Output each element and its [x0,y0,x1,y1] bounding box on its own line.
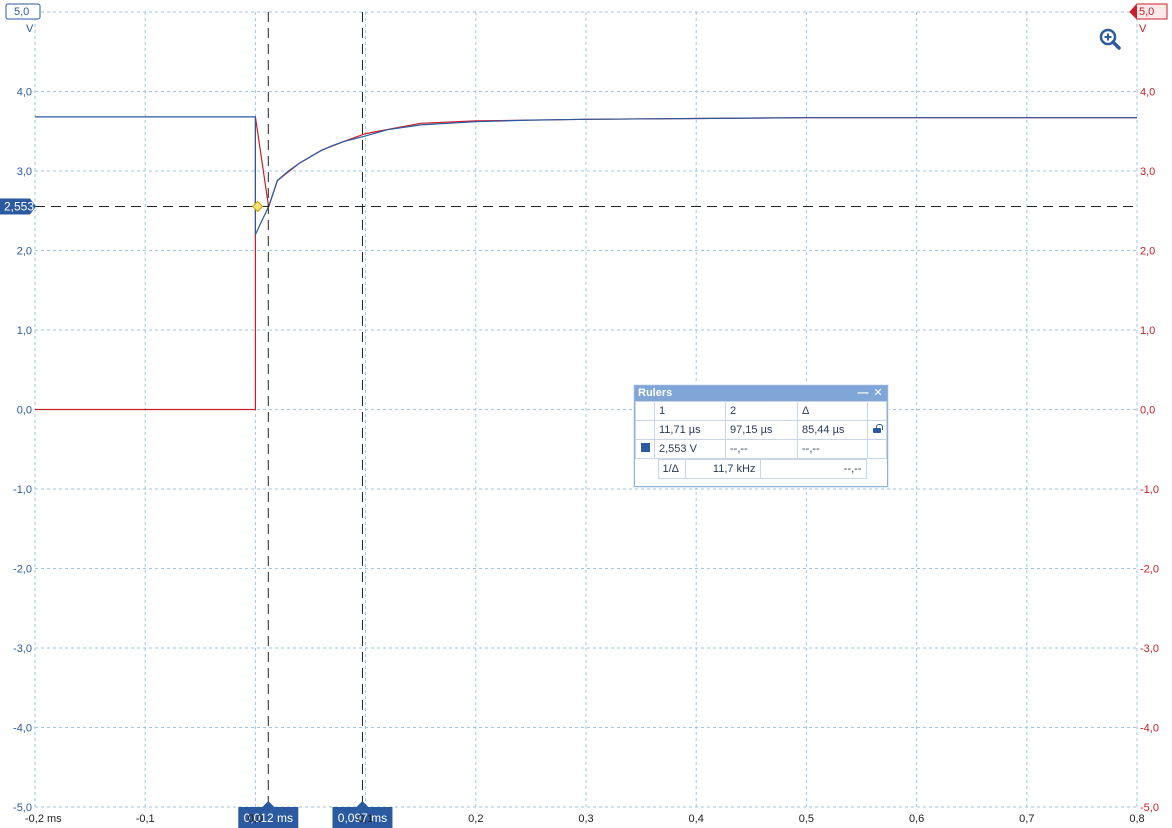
freq-indent [635,460,658,479]
left-unit: V [26,23,34,35]
left-tick-label: -3,0 [13,643,32,655]
time-row-blank [635,420,655,440]
lock-cell[interactable] [867,420,887,440]
x-tick-label: 0,0 [248,813,263,825]
right-scale-badge[interactable]: 5,0 V [1129,3,1168,35]
traces [35,116,1137,411]
horizontal-ruler-label: 2,553 [4,200,34,214]
volt-row-end [867,439,887,459]
x-tick-label: 0,2 [468,813,483,825]
right-tick-label: 3,0 [1140,166,1155,178]
right-tick-label: -2,0 [1140,564,1159,576]
rulers-panel[interactable]: Rulers — ✕ 1 2 Δ 11,71 µs 97,15 µs 85,44… [634,385,888,487]
x-tick-label: 0,4 [689,813,704,825]
right-tick-label: -4,0 [1140,723,1159,735]
volt-ruler-1: 2,553 V [654,439,726,459]
right-tick-label: 2,0 [1140,246,1155,258]
channel-swatch-icon [641,443,650,452]
x-tick-label: 0,8 [1129,813,1144,825]
header-ruler-2: 2 [725,401,798,421]
x-tick-label: -0,2 ms [25,813,62,825]
right-tick-label: 4,0 [1140,87,1155,99]
freq-other: --,-- [759,459,867,479]
right-tick-label: 1,0 [1140,325,1155,337]
right-tick-label: 0,0 [1140,405,1155,417]
rulers-title: Rulers [638,387,673,399]
time-delta: 85,44 µs [797,420,868,440]
left-tick-label: -2,0 [13,564,32,576]
rulers-header-row: 1 2 Δ [635,401,887,421]
x-tick-label: 0,7 [1019,813,1034,825]
x-tick-label: 0,3 [578,813,593,825]
header-end [867,401,887,421]
unlock-icon[interactable] [872,424,883,433]
time-ruler-2: 97,15 µs [725,420,798,440]
header-blank [635,401,655,421]
header-ruler-1: 1 [654,401,726,421]
rulers-freq-table: 1/Δ 11,7 kHz --,-- [635,459,886,479]
horizontal-ruler-marker: 2,553 [0,198,36,215]
x-tick-label: -0,1 [136,813,155,825]
volt-ruler-2: --,-- [725,439,798,459]
minimize-button[interactable]: — [857,386,869,401]
time-ruler-1: 11,71 µs [654,420,726,440]
oscilloscope-plot: 2,5530,012 ms 0,097 ms -5,0-4,0-3,0-2,0-1… [0,3,1168,828]
left-tick-label: 0,0 [17,405,32,417]
left-tick-label: 2,0 [17,246,32,258]
freq-end [866,460,886,479]
right-axis: -5,0-4,0-3,0-2,0-1,00,01,02,03,04,0 [1140,87,1159,815]
close-icon[interactable]: ✕ [872,386,884,401]
header-delta: Δ [797,401,868,421]
rulers-table: 1 2 Δ 11,71 µs 97,15 µs 85,44 µs 2,553 V… [635,401,887,459]
rulers-volt-row: 2,553 V --,-- --,-- [635,439,887,459]
ruler-lines[interactable]: 2,5530,012 ms 0,097 ms [0,12,1137,828]
rulers-time-row: 11,71 µs 97,15 µs 85,44 µs [635,420,887,440]
x-tick-label: 0,6 [909,813,924,825]
x-tick-label: 0,1 [358,813,373,825]
rulers-freq-row: 1/Δ 11,7 kHz --,-- [635,459,886,479]
left-tick-label: 4,0 [17,87,32,99]
rulers-titlebar[interactable]: Rulers — ✕ [635,386,887,401]
right-tick-label: -3,0 [1140,643,1159,655]
right-scale-value: 5,0 [1139,6,1154,18]
x-tick-label: 0,5 [799,813,814,825]
volt-delta: --,-- [797,439,868,459]
freq-value: 11,7 kHz [684,459,761,479]
left-tick-label: 3,0 [17,166,32,178]
x-axis: -0,2 ms -0,1 0,0 0,1 0,2 0,3 0,4 0,5 0,6 0,7 0,8 [25,813,1145,825]
right-tick-label: -1,0 [1140,484,1159,496]
right-unit: V [1139,23,1147,35]
trace-line [35,116,1137,411]
volt-swatch-cell [635,439,655,459]
left-tick-label: -4,0 [13,723,32,735]
freq-label: 1/Δ [657,459,686,479]
left-scale-value: 5,0 [14,6,29,18]
left-tick-label: 1,0 [17,325,32,337]
trigger-point-marker [251,200,264,213]
left-axis: -5,0-4,0-3,0-2,0-1,00,01,02,03,04,0 [13,87,32,815]
left-tick-label: -1,0 [13,484,32,496]
zoom-in-icon[interactable] [1099,28,1121,50]
